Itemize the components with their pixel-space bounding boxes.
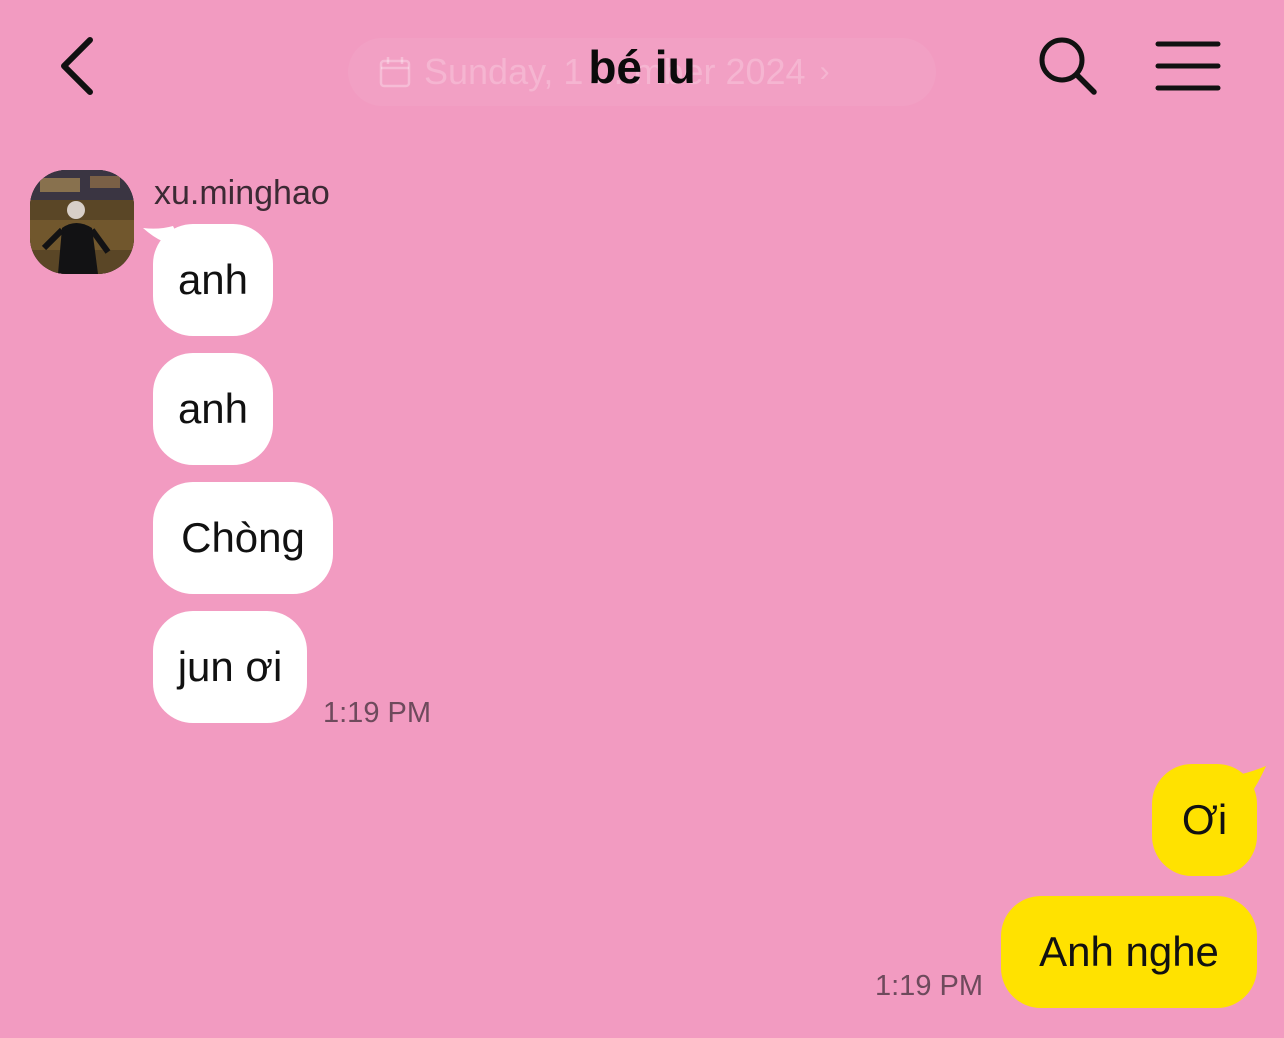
sender-name: xu.minghao [154, 174, 330, 212]
hamburger-menu-icon [1155, 41, 1221, 91]
calendar-icon [379, 57, 411, 88]
outgoing-message[interactable]: Ơi [1152, 764, 1257, 876]
date-label: Sunday, 1 ... mber 2024 [424, 51, 806, 92]
message-timestamp: 1:19 PM [875, 970, 983, 1002]
avatar-photo [30, 170, 134, 274]
chevron-right-icon: › [819, 55, 830, 88]
search-icon [1039, 37, 1097, 95]
back-button[interactable] [44, 28, 114, 104]
search-button[interactable] [1034, 32, 1102, 100]
message-timestamp: 1:19 PM [323, 697, 431, 729]
incoming-message[interactable]: anh [153, 224, 273, 336]
date-banner[interactable]: Sunday, 1 ... mber 2024 › [348, 38, 936, 106]
incoming-message[interactable]: anh [153, 353, 273, 465]
menu-button[interactable] [1154, 38, 1222, 94]
outgoing-message[interactable]: Anh nghe [1001, 896, 1257, 1008]
chat-header: Sunday, 1 ... mber 2024 › bé iu [0, 0, 1284, 140]
incoming-message[interactable]: Chòng [153, 482, 333, 594]
chevron-left-icon [61, 37, 93, 95]
incoming-message[interactable]: jun ơi [153, 611, 307, 723]
avatar[interactable] [30, 170, 134, 274]
